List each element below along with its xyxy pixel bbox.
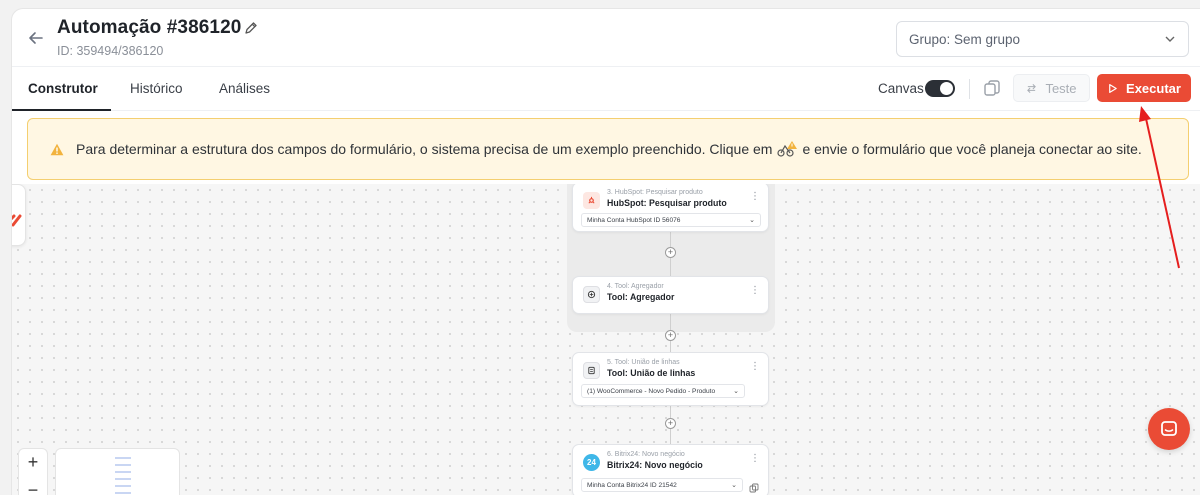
minimap-node (115, 471, 131, 473)
minimap[interactable] (55, 448, 180, 495)
swap-arrows-icon (1027, 83, 1037, 93)
tabs-divider (12, 110, 1200, 111)
merge-lines-icon (583, 362, 600, 379)
workflow-node-hubspot[interactable]: 3. HubSpot: Pesquisar produto HubSpot: P… (572, 184, 769, 232)
bitrix24-icon: 24 (583, 454, 600, 471)
pencil-icon[interactable] (243, 20, 259, 36)
chevron-down-icon (1165, 36, 1175, 42)
tab-historico[interactable]: Histórico (130, 81, 183, 96)
minimap-node (115, 492, 131, 494)
canvas-toggle[interactable] (925, 80, 955, 97)
kebab-menu-icon[interactable]: ⋮ (750, 286, 760, 296)
node-select-value: (1) WooCommerce - Novo Pedido - Produto (587, 387, 716, 395)
chevron-down-icon: ⌄ (731, 482, 737, 489)
aggregator-icon (583, 286, 600, 303)
node-account-select[interactable]: Minha Conta HubSpot ID 56076 ⌄ (581, 213, 761, 227)
zoom-in-button[interactable]: + (19, 449, 47, 475)
workflow-node-merge-lines[interactable]: 5. Tool: União de linhas Tool: União de … (572, 352, 769, 406)
node-title: Bitrix24: Novo negócio (607, 460, 703, 470)
node-subtitle: 6. Bitrix24: Novo negócio (607, 451, 685, 458)
header-divider (12, 66, 1200, 67)
test-button-label: Teste (1045, 80, 1077, 96)
webhook-warning-icon[interactable] (776, 140, 798, 158)
minimap-node (115, 464, 131, 466)
node-select-value: Minha Conta HubSpot ID 56076 (587, 216, 681, 224)
toolbar-divider (969, 79, 970, 99)
minimap-node (115, 485, 131, 487)
hubspot-icon (583, 192, 600, 209)
node-input-select[interactable]: (1) WooCommerce - Novo Pedido - Produto … (581, 384, 745, 398)
test-button[interactable]: Teste (1013, 74, 1090, 102)
warning-text-before: Para determinar a estrutura dos campos d… (76, 141, 773, 157)
tab-construtor[interactable]: Construtor (28, 81, 98, 96)
copy-icon[interactable] (981, 78, 1003, 100)
page-title: Automação #386120 (57, 17, 242, 38)
chevron-down-icon: ⌄ (733, 388, 739, 395)
group-select-value: Grupo: Sem grupo (909, 31, 1021, 47)
chevron-down-icon: ⌄ (749, 217, 755, 224)
run-button-label: Executar (1126, 80, 1181, 96)
copy-icon[interactable] (749, 480, 759, 493)
tab-analises[interactable]: Análises (219, 81, 270, 96)
chat-icon (1161, 421, 1177, 436)
workflow-node-aggregator[interactable]: 4. Tool: Agregador Tool: Agregador ⋮ (572, 276, 769, 314)
automation-id: ID: 359494/386120 (57, 44, 164, 58)
node-subtitle: 4. Tool: Agregador (607, 283, 664, 290)
node-account-select[interactable]: Minha Conta Bitrix24 ID 21542 ⌄ (581, 478, 743, 492)
node-title: HubSpot: Pesquisar produto (607, 198, 727, 208)
logo-icon (12, 214, 22, 227)
kebab-menu-icon[interactable]: ⋮ (750, 454, 760, 464)
warning-banner: Para determinar a estrutura dos campos d… (27, 118, 1189, 180)
canvas-label: Canvas (878, 81, 924, 96)
warning-text-after: e envie o formulário que você planeja co… (802, 141, 1142, 157)
workflow-canvas[interactable]: + + + 3. HubSpot: Pesquisar produto HubS… (12, 184, 1200, 495)
add-step-icon[interactable]: + (665, 418, 676, 429)
minimap-node (115, 457, 131, 459)
active-tab-indicator (12, 109, 111, 111)
node-title: Tool: União de linhas (607, 368, 696, 378)
zoom-controls: + − (18, 448, 48, 495)
kebab-menu-icon[interactable]: ⋮ (750, 192, 760, 202)
warning-icon (50, 143, 64, 155)
kebab-menu-icon[interactable]: ⋮ (750, 362, 760, 372)
group-select[interactable]: Grupo: Sem grupo (896, 21, 1189, 57)
node-select-value: Minha Conta Bitrix24 ID 21542 (587, 481, 677, 489)
add-step-icon[interactable]: + (665, 330, 676, 341)
node-subtitle: 3. HubSpot: Pesquisar produto (607, 189, 703, 196)
play-icon (1109, 83, 1117, 93)
minimap-node (115, 478, 131, 480)
zoom-out-button[interactable]: − (19, 477, 47, 495)
back-arrow-icon[interactable] (26, 28, 46, 48)
chat-support-button[interactable] (1148, 408, 1190, 450)
run-button[interactable]: Executar (1097, 74, 1191, 102)
workflow-node-bitrix24[interactable]: 24 6. Bitrix24: Novo negócio Bitrix24: N… (572, 444, 769, 495)
app-logo-tab[interactable] (12, 184, 26, 246)
node-subtitle: 5. Tool: União de linhas (607, 359, 680, 366)
automation-panel: Automação #386120 ID: 359494/386120 Grup… (11, 8, 1200, 495)
add-step-icon[interactable]: + (665, 247, 676, 258)
node-title: Tool: Agregador (607, 292, 675, 302)
